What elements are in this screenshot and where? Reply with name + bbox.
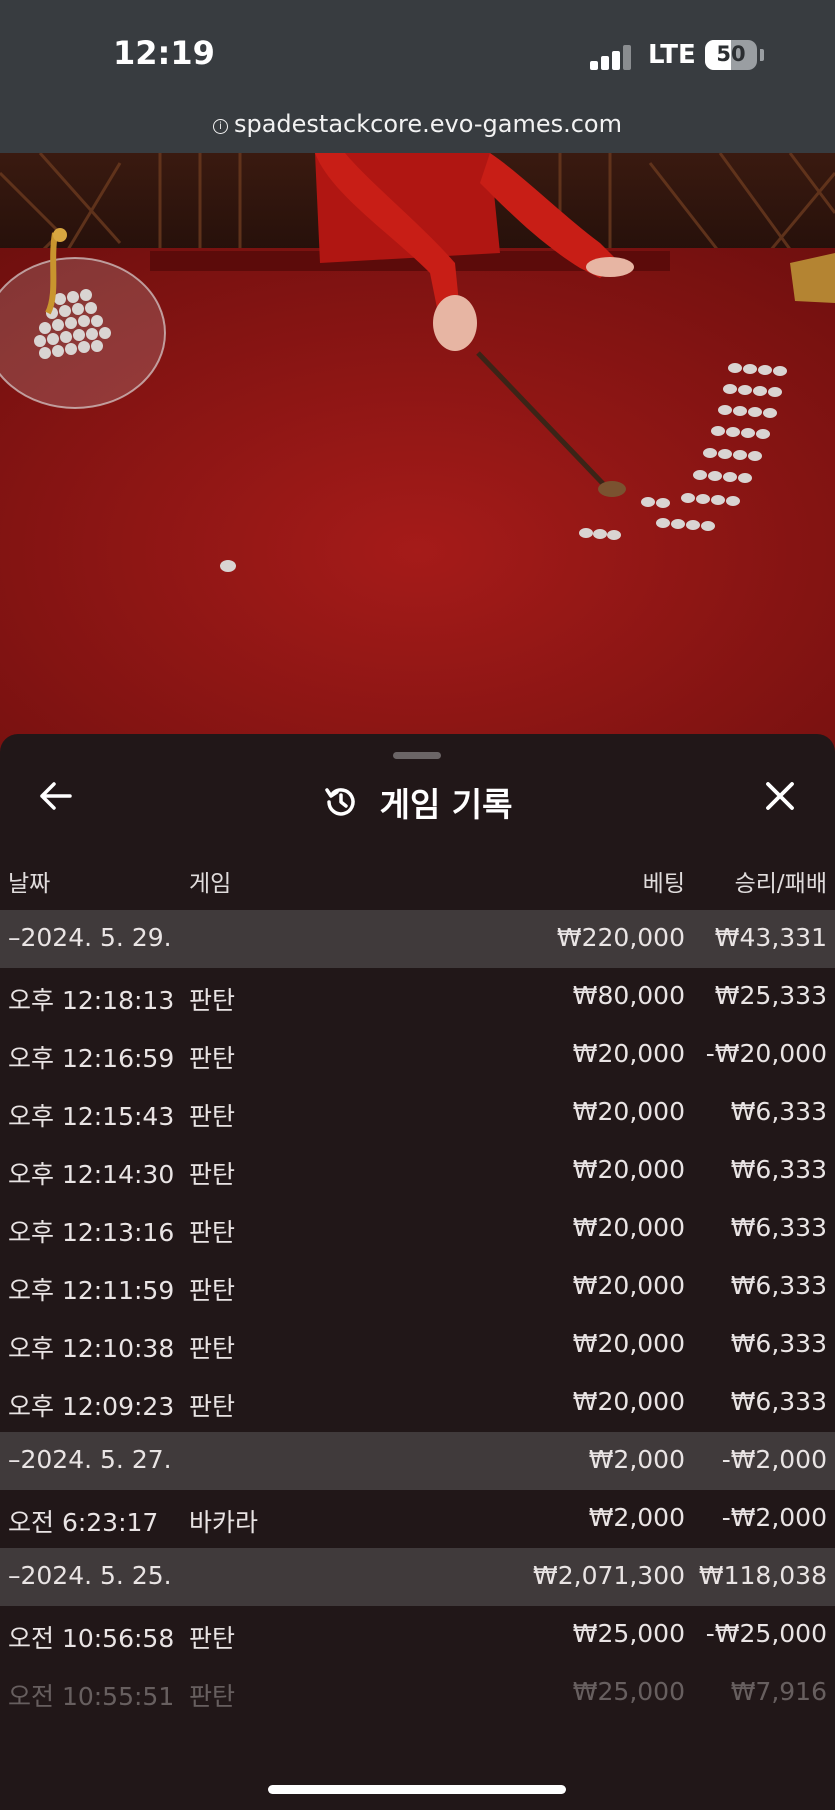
close-icon [766, 782, 794, 810]
row-game: 판탄 [189, 1334, 236, 1363]
row-result: ₩6,333 [730, 1155, 827, 1184]
history-icon [325, 788, 356, 816]
table-row: 오후 12:16:59 판탄 ₩20,000 -₩20,000 [0, 1026, 835, 1084]
row-time: 오후 12:18:13 [8, 986, 175, 1015]
row-time: 오후 12:13:16 [8, 1218, 175, 1247]
table-row: 오후 12:13:16 판탄 ₩20,000 ₩6,333 [0, 1200, 835, 1258]
video-frame [0, 153, 835, 753]
column-header-bet: 베팅 [642, 871, 685, 897]
row-bet: ₩20,000 [572, 1329, 685, 1358]
live-video[interactable] [0, 153, 835, 753]
row-bet: ₩20,000 [572, 1097, 685, 1126]
row-game: 판탄 [189, 1102, 236, 1131]
row-result: -₩25,000 [705, 1619, 827, 1648]
table-row: 오전 6:23:17 바카라 ₩2,000 -₩2,000 [0, 1490, 835, 1548]
row-time: 오전 10:55:51 [8, 1682, 175, 1711]
sheet-drag-handle[interactable] [393, 752, 441, 759]
table-row: 오전 10:56:58 판탄 ₩25,000 -₩25,000 [0, 1606, 835, 1664]
url-bar[interactable]: i spadestackcore.evo-games.com [0, 100, 835, 153]
row-time: 오전 6:23:17 [8, 1508, 159, 1537]
status-bar: 12:19 LTE 50 [0, 0, 835, 100]
row-bet: ₩80,000 [572, 981, 685, 1010]
history-list[interactable]: –2024. 5. 29. ₩220,000 ₩43,331 오후 12:18:13 판… [0, 910, 835, 1722]
date-group-row[interactable]: –2024. 5. 29. ₩220,000 ₩43,331 [0, 910, 835, 968]
row-result: -₩2,000 [721, 1445, 827, 1474]
row-bet: ₩2,000 [588, 1445, 685, 1474]
signal-icon [590, 44, 632, 70]
row-time: –2024. 5. 29. [8, 923, 172, 952]
row-game: 판탄 [189, 1392, 236, 1421]
table-row: 오후 12:11:59 판탄 ₩20,000 ₩6,333 [0, 1258, 835, 1316]
row-time: 오후 12:14:30 [8, 1160, 175, 1189]
row-time: 오후 12:16:59 [8, 1044, 175, 1073]
row-bet: ₩2,000 [588, 1503, 685, 1532]
row-result: ₩7,916 [730, 1677, 827, 1706]
table-row: 오후 12:09:23 판탄 ₩20,000 ₩6,333 [0, 1374, 835, 1432]
sheet-title: 게임 기록 [379, 785, 513, 824]
row-bet: ₩20,000 [572, 1213, 685, 1242]
row-bet: ₩25,000 [572, 1677, 685, 1706]
row-game: 판탄 [189, 1682, 236, 1711]
row-bet: ₩2,071,300 [533, 1561, 685, 1590]
row-game: 판탄 [189, 1624, 236, 1653]
table-row: 오후 12:14:30 판탄 ₩20,000 ₩6,333 [0, 1142, 835, 1200]
row-game: 판탄 [189, 1160, 236, 1189]
row-result: ₩25,333 [714, 981, 827, 1010]
info-icon[interactable]: i [212, 119, 228, 134]
row-bet: ₩25,000 [572, 1619, 685, 1648]
column-header-game: 게임 [189, 871, 232, 897]
battery-tip [760, 49, 764, 61]
row-result: -₩2,000 [721, 1503, 827, 1532]
row-result: -₩20,000 [705, 1039, 827, 1068]
column-header-date: 날짜 [8, 871, 51, 897]
date-group-row[interactable]: –2024. 5. 27. ₩2,000 -₩2,000 [0, 1432, 835, 1490]
row-time: 오후 12:11:59 [8, 1276, 175, 1305]
row-time: 오후 12:10:38 [8, 1334, 175, 1363]
date-group-row[interactable]: –2024. 5. 25. ₩2,071,300 ₩118,038 [0, 1548, 835, 1606]
table-row: 오후 12:18:13 판탄 ₩80,000 ₩25,333 [0, 968, 835, 1026]
row-game: 판탄 [189, 1218, 236, 1247]
close-button[interactable] [758, 774, 802, 818]
battery-percent: 50 [716, 42, 746, 66]
row-game: 판탄 [189, 1044, 236, 1073]
row-time: 오후 12:15:43 [8, 1102, 175, 1131]
row-bet: ₩220,000 [556, 923, 685, 952]
row-time: 오후 12:09:23 [8, 1392, 175, 1421]
network-type: LTE [648, 40, 696, 70]
row-result: ₩118,038 [698, 1561, 827, 1590]
row-result: ₩6,333 [730, 1329, 827, 1358]
row-game: 바카라 [189, 1508, 259, 1537]
status-time: 12:19 [113, 34, 215, 72]
home-indicator [268, 1785, 566, 1794]
table-row: 오후 12:15:43 판탄 ₩20,000 ₩6,333 [0, 1084, 835, 1142]
battery-icon: 50 [705, 40, 757, 70]
row-bet: ₩20,000 [572, 1039, 685, 1068]
row-result: ₩43,331 [714, 923, 827, 952]
row-game: 판탄 [189, 1276, 236, 1305]
row-result: ₩6,333 [730, 1271, 827, 1300]
game-history-sheet: 게임 기록 날짜 게임 베팅 승리/패배 –2024. 5. 29. ₩220,0… [0, 734, 835, 1810]
url-text: spadestackcore.evo-games.com [233, 110, 622, 138]
row-result: ₩6,333 [730, 1213, 827, 1242]
row-time: 오전 10:56:58 [8, 1624, 175, 1653]
row-bet: ₩20,000 [572, 1155, 685, 1184]
table-row: 오전 10:55:51 판탄 ₩25,000 ₩7,916 [0, 1664, 835, 1722]
row-result: ₩6,333 [730, 1387, 827, 1416]
row-game: 판탄 [189, 986, 236, 1015]
row-bet: ₩20,000 [572, 1387, 685, 1416]
column-header-result: 승리/패배 [734, 871, 827, 897]
row-bet: ₩20,000 [572, 1271, 685, 1300]
table-row: 오후 12:10:38 판탄 ₩20,000 ₩6,333 [0, 1316, 835, 1374]
row-time: –2024. 5. 25. [8, 1561, 172, 1590]
row-time: –2024. 5. 27. [8, 1445, 172, 1474]
row-result: ₩6,333 [730, 1097, 827, 1126]
